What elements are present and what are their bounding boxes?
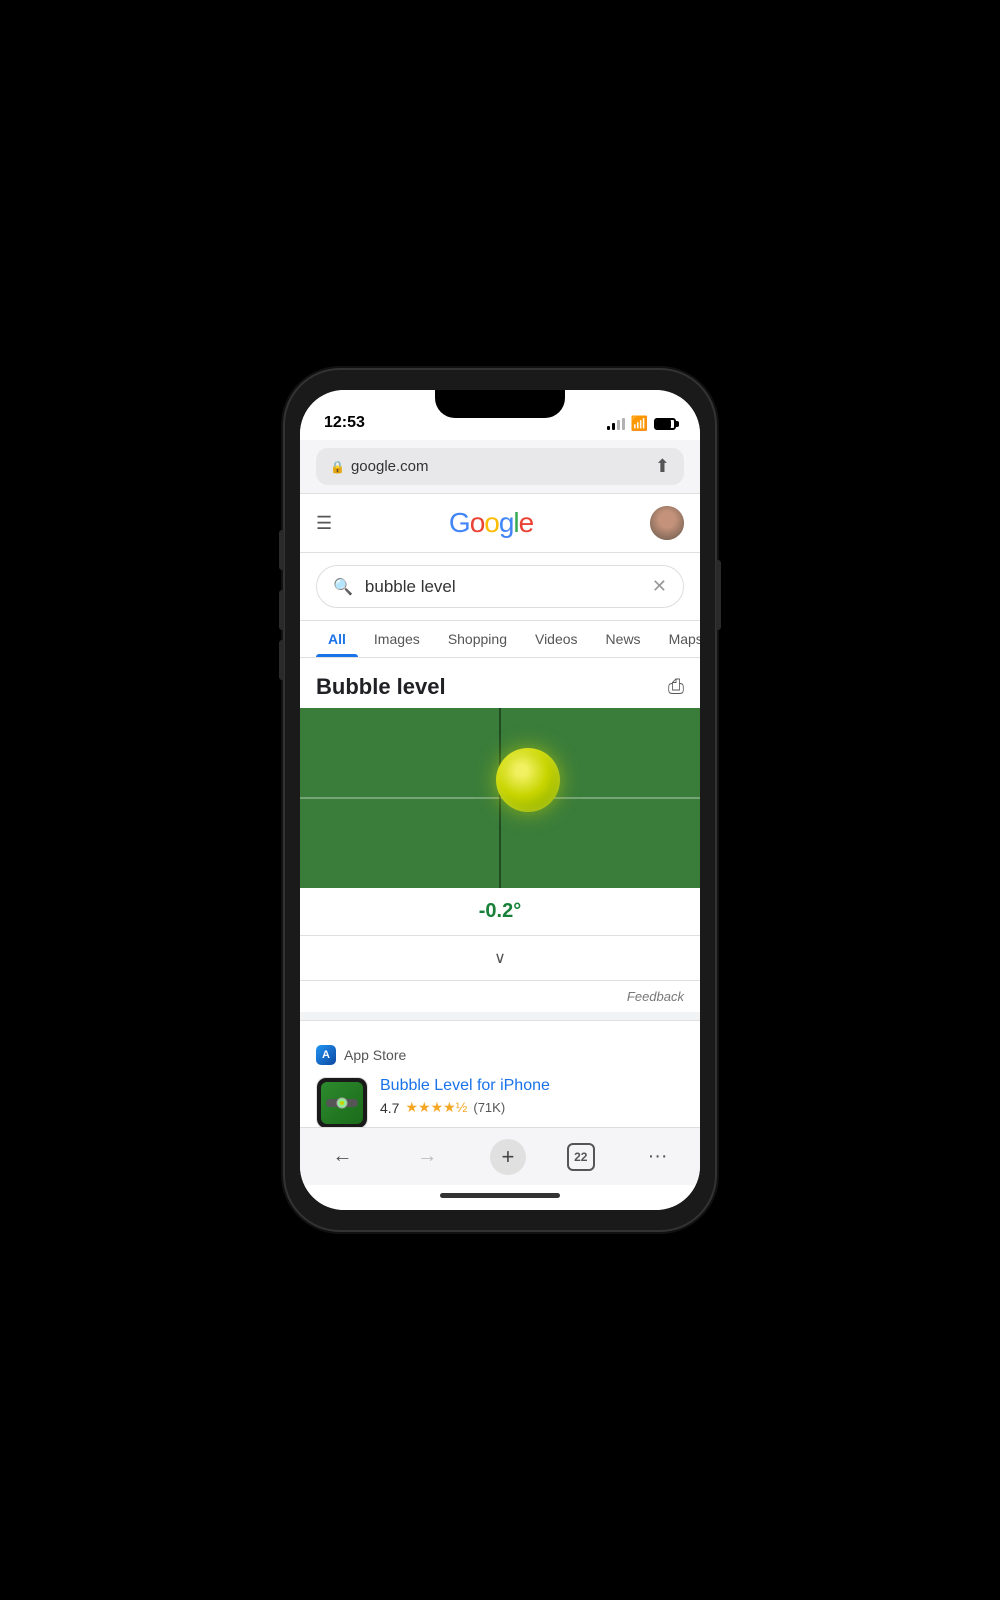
app-store-label: A App Store [316,1045,684,1065]
app-result: A App Store [300,1029,700,1127]
more-menu-button[interactable]: ··· [636,1141,680,1172]
forward-icon: → [417,1145,437,1168]
share-icon[interactable]: ⎙ [668,676,684,699]
search-query-text: bubble level [365,577,640,597]
tab-videos[interactable]: Videos [523,621,590,657]
app-info-row: Bubble Level for iPhone 4.7 ★★★★½ (71K) [316,1077,684,1127]
tab-count-label: 22 [574,1150,587,1164]
tab-news[interactable]: News [594,621,653,657]
hamburger-menu-icon[interactable]: ☰ [316,513,332,534]
feedback-label[interactable]: Feedback [627,989,684,1004]
notch [435,390,565,418]
avatar[interactable] [650,506,684,540]
google-logo: Google [449,507,533,539]
back-button[interactable]: ← [320,1141,364,1172]
browser-bottom-bar: ← → + 22 ··· [300,1127,700,1185]
tab-maps[interactable]: Maps [657,621,700,657]
tab-all[interactable]: All [316,621,358,657]
feedback-row: Feedback [300,981,700,1020]
chevron-down-icon: ∨ [494,950,506,967]
back-icon: ← [332,1145,352,1168]
signal-icon [607,418,625,430]
url-bar[interactable]: 🔒 google.com ⬆ [316,448,684,485]
app-rating-row: 4.7 ★★★★½ (71K) [380,1099,684,1116]
browser-content[interactable]: ☰ Google 🔍 bubble level ✕ [300,494,700,1127]
app-store-badge-icon: A [316,1045,336,1065]
expand-row[interactable]: ∨ [300,936,700,981]
home-bar [440,1193,560,1198]
app-icon [316,1077,368,1127]
bubble-reading: -0.2° [300,888,700,936]
app-stars: ★★★★½ [405,1099,467,1116]
app-rating-number: 4.7 [380,1100,399,1116]
app-icon-green-bg [321,1082,363,1124]
url-display: google.com [351,458,429,475]
search-tabs: All Images Shopping Videos News Maps B [300,621,700,658]
app-store-source: App Store [344,1047,406,1063]
wifi-icon: 📶 [631,415,648,432]
url-text: 🔒 google.com [330,458,429,475]
forward-button[interactable]: → [405,1141,449,1172]
search-bar: 🔍 bubble level ✕ [300,553,700,621]
app-review-count: (71K) [473,1100,505,1115]
app-icon-image [317,1078,367,1127]
home-indicator [300,1185,700,1210]
phone-screen: 12:53 📶 🔒 google.com ⬆ [300,390,700,1210]
tab-count-button[interactable]: 22 [567,1143,595,1171]
browser-bar: 🔒 google.com ⬆ [300,440,700,494]
browser-share-button[interactable]: ⬆ [655,456,670,477]
search-input-wrap[interactable]: 🔍 bubble level ✕ [316,565,684,608]
status-time: 12:53 [324,414,365,432]
new-tab-button[interactable]: + [490,1139,526,1175]
status-bar: 12:53 📶 [300,390,700,440]
app-name-link[interactable]: Bubble Level for iPhone [380,1077,684,1095]
featured-title: Bubble level [316,674,446,700]
more-icon: ··· [648,1145,668,1168]
search-icon: 🔍 [333,577,353,597]
battery-icon [654,418,676,430]
tab-shopping[interactable]: Shopping [436,621,519,657]
bubble-indicator [496,748,560,812]
featured-header: Bubble level ⎙ [300,658,700,708]
bubble-level-widget[interactable] [300,708,700,888]
tab-images[interactable]: Images [362,621,432,657]
lock-icon: 🔒 [330,460,345,474]
plus-icon: + [502,1144,515,1170]
featured-result: Bubble level ⎙ -0.2° ∨ Feedback [300,658,700,1021]
google-header: ☰ Google [300,494,700,553]
status-icons: 📶 [607,415,676,432]
clear-search-icon[interactable]: ✕ [652,576,667,597]
phone-frame: 12:53 📶 🔒 google.com ⬆ [285,370,715,1230]
app-title-col: Bubble Level for iPhone 4.7 ★★★★½ (71K) [380,1077,684,1127]
